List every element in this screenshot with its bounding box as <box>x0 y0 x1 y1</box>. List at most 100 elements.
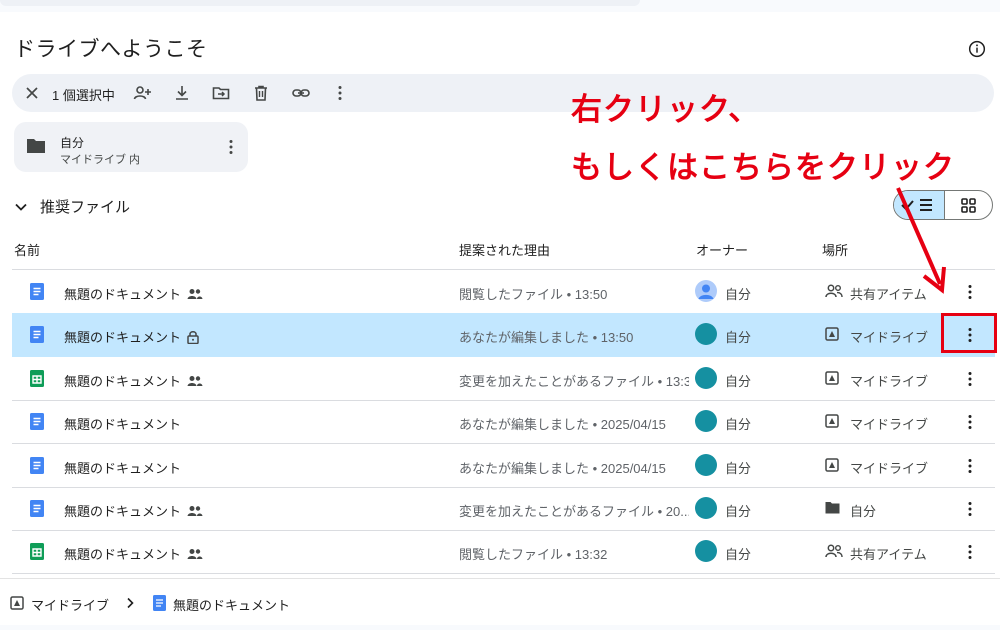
location-cell[interactable]: マイドライブ <box>850 327 928 346</box>
page-title: ドライブへようこそ <box>14 38 208 61</box>
more-vert-icon[interactable] <box>330 83 350 103</box>
file-name: 無題のドキュメント <box>64 504 182 519</box>
location-cell[interactable]: 共有アイテム <box>850 544 927 563</box>
top-strip <box>0 0 640 6</box>
avatar <box>695 410 717 432</box>
drive-icon <box>825 414 839 433</box>
drive-icon <box>825 458 839 477</box>
sheet-icon <box>30 543 44 565</box>
reason-cell: あなたが編集しました • 2025/04/15 <box>459 417 666 432</box>
shared-people-icon <box>187 375 203 390</box>
section-label: 推奨ファイル <box>40 199 131 216</box>
table-row[interactable]: 無題のドキュメント 変更を加えたことがあるファイル • 20... 自分 自分 <box>12 487 995 531</box>
lock-icon <box>187 330 199 347</box>
location-cell[interactable]: マイドライブ <box>850 414 928 433</box>
link-icon[interactable] <box>291 83 311 103</box>
selection-count: 1 個選択中 <box>52 88 115 103</box>
share-add-person-icon[interactable] <box>132 83 152 103</box>
folder-icon <box>825 501 840 519</box>
owner-cell: 自分 <box>725 330 752 345</box>
move-to-folder-icon[interactable] <box>211 83 231 103</box>
doc-icon <box>30 457 44 479</box>
suggested-folder-card[interactable]: 自分 マイドライブ 内 <box>14 122 248 172</box>
location-cell[interactable]: マイドライブ <box>850 371 928 390</box>
reason-cell: あなたが編集しました • 13:50 <box>459 330 634 345</box>
info-icon[interactable] <box>966 38 988 60</box>
chevron-right-icon <box>127 597 134 609</box>
chevron-down-icon <box>15 203 27 211</box>
doc-icon <box>153 595 166 611</box>
more-vert-icon[interactable] <box>960 456 980 481</box>
avatar <box>695 454 717 476</box>
file-name: 無題のドキュメント <box>64 461 182 476</box>
reason-cell: 閲覧したファイル • 13:32 <box>459 547 608 562</box>
doc-icon <box>30 413 44 435</box>
more-vert-icon[interactable] <box>960 499 980 524</box>
annotation-highlight-box <box>941 313 997 353</box>
owner-cell: 自分 <box>725 504 752 519</box>
column-header-name[interactable]: 名前 <box>14 240 40 259</box>
owner-cell: 自分 <box>725 417 752 432</box>
folder-name: 自分 <box>60 136 85 150</box>
annotation-arrow <box>896 187 946 294</box>
section-header-suggested-files[interactable]: 推奨ファイル <box>14 196 130 217</box>
shared-items-icon <box>825 284 843 303</box>
doc-icon <box>30 500 44 522</box>
more-vert-icon[interactable] <box>960 282 980 307</box>
file-name: 無題のドキュメント <box>64 287 182 302</box>
drive-icon <box>10 596 24 610</box>
shared-people-icon <box>187 288 203 303</box>
file-name-cell: 無題のドキュメント <box>64 327 199 347</box>
trash-icon[interactable] <box>251 83 271 103</box>
table-row[interactable]: 無題のドキュメント あなたが編集しました • 13:50 自分 マイドライブ <box>12 313 995 357</box>
grid-view-button[interactable] <box>945 191 992 219</box>
column-header-location: 場所 <box>822 243 849 258</box>
file-name: 無題のドキュメント <box>64 374 182 389</box>
location-cell[interactable]: 自分 <box>850 501 876 520</box>
drive-icon <box>825 371 839 390</box>
avatar <box>695 540 717 562</box>
shared-people-icon <box>187 548 203 563</box>
more-vert-icon[interactable] <box>960 412 980 437</box>
location-cell[interactable]: マイドライブ <box>850 458 928 477</box>
file-name-cell: 無題のドキュメント <box>64 458 181 477</box>
file-name-cell: 無題のドキュメント <box>64 501 203 520</box>
file-name-cell: 無題のドキュメント <box>64 284 203 303</box>
table-row[interactable]: 無題のドキュメント あなたが編集しました • 2025/04/15 自分 マイドライブ <box>12 400 995 444</box>
table-row[interactable]: 無題のドキュメント 変更を加えたことがあるファイル • 13:36 自分 マイドライブ <box>12 357 995 401</box>
breadcrumb-file[interactable]: 無題のドキュメント <box>173 595 290 614</box>
file-name-cell: 無題のドキュメント <box>64 371 203 390</box>
reason-cell: あなたが編集しました • 2025/04/15 <box>459 461 666 476</box>
owner-cell: 自分 <box>725 374 752 389</box>
file-name-cell: 無題のドキュメント <box>64 414 181 433</box>
folder-icon <box>27 139 45 153</box>
selection-toolbar: 1 個選択中 <box>12 74 994 112</box>
file-name: 無題のドキュメント <box>64 417 182 432</box>
breadcrumb-root[interactable]: マイドライブ <box>31 595 109 614</box>
more-vert-icon[interactable] <box>960 369 980 394</box>
column-header-reason: 提案された理由 <box>459 243 551 258</box>
download-icon[interactable] <box>172 83 192 103</box>
avatar <box>695 497 717 519</box>
doc-icon <box>30 283 44 305</box>
table-row[interactable]: 無題のドキュメント あなたが編集しました • 2025/04/15 自分 マイドライブ <box>12 444 995 488</box>
shared-people-icon <box>187 505 203 520</box>
avatar <box>695 280 717 302</box>
more-vert-icon[interactable] <box>960 542 980 567</box>
doc-icon <box>30 326 44 348</box>
close-icon[interactable] <box>22 83 42 103</box>
table-row[interactable]: 無題のドキュメント 閲覧したファイル • 13:50 自分 共有アイテム <box>12 270 995 314</box>
avatar <box>695 323 717 345</box>
owner-cell: 自分 <box>725 287 752 302</box>
shared-items-icon <box>825 544 843 563</box>
reason-cell: 閲覧したファイル • 13:50 <box>459 287 608 302</box>
owner-cell: 自分 <box>725 461 752 476</box>
avatar <box>695 367 717 389</box>
table-row[interactable]: 無題のドキュメント 閲覧したファイル • 13:32 自分 共有アイテム <box>12 530 995 574</box>
more-vert-icon[interactable] <box>221 137 241 157</box>
owner-cell: 自分 <box>725 547 752 562</box>
drive-icon <box>825 327 839 346</box>
folder-location: マイドライブ 内 <box>60 154 141 166</box>
grid-icon <box>961 198 976 213</box>
file-name: 無題のドキュメント <box>64 547 182 562</box>
